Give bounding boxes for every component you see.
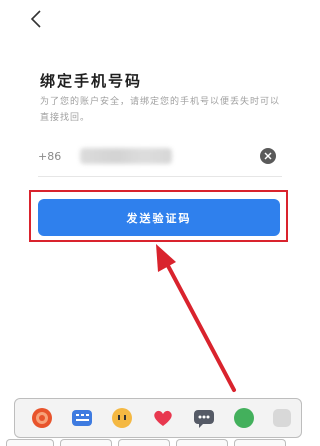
chevron-left-icon bbox=[30, 10, 41, 28]
keyboard-tab[interactable] bbox=[6, 439, 54, 446]
chat-bubble-sticker-icon[interactable] bbox=[193, 407, 215, 429]
green-circle-sticker-icon[interactable] bbox=[233, 407, 255, 429]
keyboard-sticker-icon[interactable] bbox=[71, 407, 93, 429]
clear-circle-icon bbox=[264, 152, 272, 160]
phone-number-obscured bbox=[80, 148, 172, 164]
emoji-sticker-bar bbox=[14, 398, 302, 438]
heart-sticker-icon[interactable] bbox=[152, 407, 174, 429]
send-verification-code-button[interactable]: 发送验证码 bbox=[38, 199, 280, 236]
country-code[interactable]: +86 bbox=[38, 150, 61, 163]
keyboard-tab[interactable] bbox=[234, 439, 286, 446]
back-button[interactable] bbox=[26, 8, 46, 30]
page-title: 绑定手机号码 bbox=[40, 72, 143, 90]
keyboard-tab[interactable] bbox=[176, 439, 228, 446]
clear-input-button[interactable] bbox=[260, 148, 276, 164]
phone-input-row: +86 bbox=[38, 140, 282, 177]
arrow-shaft bbox=[164, 260, 236, 392]
keyboard-tab[interactable] bbox=[118, 439, 170, 446]
keyboard-tab-strip bbox=[0, 439, 320, 446]
gear-sticker-icon[interactable] bbox=[31, 407, 53, 429]
page-description: 为了您的账户安全，请绑定您的手机号以便丢失时可以直接找回。 bbox=[40, 97, 281, 123]
partial-sticker-icon[interactable] bbox=[271, 407, 293, 429]
arrow-head bbox=[156, 244, 176, 272]
face-sticker-icon[interactable] bbox=[111, 407, 133, 429]
keyboard-tab[interactable] bbox=[60, 439, 112, 446]
